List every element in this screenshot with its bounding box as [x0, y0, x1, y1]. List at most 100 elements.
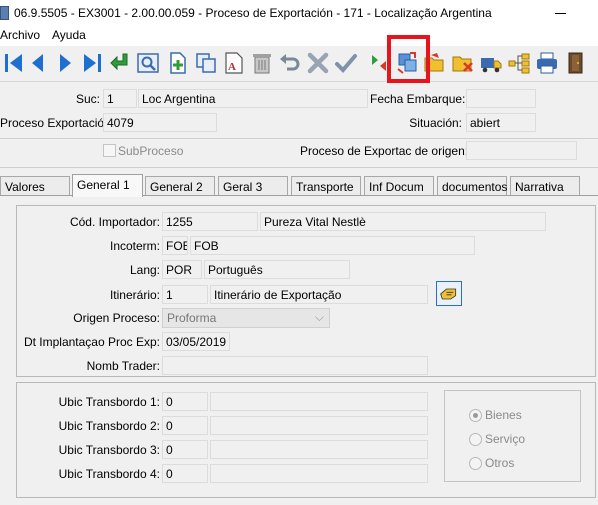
incoterm-code-field[interactable]: FOB: [162, 236, 188, 255]
minimize-button[interactable]: [546, 4, 576, 22]
suc-label: Suc:: [75, 92, 100, 106]
subproceso-checkbox[interactable]: [103, 144, 116, 157]
tab-geral-3[interactable]: Geral 3: [218, 176, 288, 195]
cancel-button[interactable]: [304, 49, 332, 77]
last-record-button[interactable]: [78, 49, 106, 77]
enter-arrow-icon: [110, 53, 128, 71]
dt-implantacao-field[interactable]: 03/05/2019: [162, 332, 230, 351]
copy-button[interactable]: [192, 49, 220, 77]
fecha-embarque-label: Fecha Embarque:: [370, 92, 466, 106]
proceso-label: Proceso Exportación:: [0, 116, 115, 130]
menu-archivo[interactable]: Archivo: [0, 28, 40, 42]
print-button[interactable]: [533, 49, 561, 77]
copy-icon: [196, 53, 216, 73]
chevron-down-icon: ⌵: [314, 310, 324, 324]
incoterm-desc-field[interactable]: FOB: [190, 236, 475, 255]
lookup-hand-icon: [440, 288, 457, 299]
proceso-field[interactable]: 4079: [103, 113, 217, 132]
delete-button[interactable]: [248, 49, 276, 77]
importador-code-field[interactable]: 1255: [162, 212, 258, 231]
previous-icon: [32, 54, 43, 72]
situacion-field[interactable]: abiert: [466, 113, 536, 132]
tab-transporte[interactable]: Transporte: [291, 176, 361, 195]
first-record-icon: [5, 54, 22, 72]
radio-bienes[interactable]: [469, 409, 482, 422]
menu-bar: Archivo Ayuda: [0, 26, 598, 46]
proceso-origen-field[interactable]: [466, 141, 577, 160]
origen-select[interactable]: Proforma ⌵: [162, 308, 330, 328]
transbordo-2-label: Ubic Transbordo 2:: [58, 419, 160, 433]
incoterm-label: Incoterm:: [109, 239, 160, 253]
transbordo-4-label: Ubic Transbordo 4:: [58, 467, 160, 481]
remove-folder-button[interactable]: [449, 49, 477, 77]
last-record-icon: [84, 54, 101, 72]
tab-narrativa[interactable]: Narrativa: [510, 176, 580, 195]
folder-delete-icon: [452, 56, 473, 72]
tab-valores[interactable]: Valores: [0, 176, 70, 195]
lang-desc-field[interactable]: Português: [204, 260, 350, 279]
transbordo-3-code-field[interactable]: 0: [162, 440, 208, 459]
app-icon: [0, 6, 9, 20]
svg-text:A: A: [228, 61, 236, 73]
fecha-embarque-field[interactable]: [466, 89, 536, 108]
add-button[interactable]: [164, 49, 192, 77]
next-record-button[interactable]: [51, 49, 79, 77]
situacion-label: Situación:: [409, 116, 462, 130]
radio-otros-label: Otros: [485, 456, 515, 470]
transbordo-2-desc-field[interactable]: [210, 416, 428, 435]
tab-documentos[interactable]: documentos: [437, 176, 507, 195]
trader-label: Nomb Trader:: [86, 359, 160, 373]
next-icon: [60, 54, 71, 72]
itinerario-lookup-button[interactable]: [436, 281, 462, 306]
itinerario-label: Itinerário:: [109, 288, 160, 302]
itinerario-desc-field[interactable]: Itinerário de Exportação: [210, 285, 428, 304]
transbordo-4-desc-field[interactable]: [210, 464, 428, 483]
importador-label: Cód. Importador:: [69, 215, 160, 229]
lang-label: Lang:: [129, 263, 160, 277]
printer-icon: [537, 52, 557, 74]
tab-general-2[interactable]: General 2: [145, 176, 215, 195]
trash-icon: [253, 54, 271, 74]
radio-servico[interactable]: [469, 433, 482, 446]
transbordo-4-code-field[interactable]: 0: [162, 464, 208, 483]
tab-inf-docum[interactable]: Inf Docum: [364, 176, 434, 195]
window-title: 06.9.5505 - EX3001 - 2.00.00.059 - Proce…: [14, 6, 492, 20]
truck-button[interactable]: [477, 49, 505, 77]
suc-name-field[interactable]: Loc Argentina: [138, 89, 368, 108]
edit-button[interactable]: A: [220, 49, 248, 77]
transbordo-2-code-field[interactable]: 0: [162, 416, 208, 435]
hierarchy-button[interactable]: [505, 49, 533, 77]
title-bar: 06.9.5505 - EX3001 - 2.00.00.059 - Proce…: [0, 0, 598, 26]
importador-name-field[interactable]: Pureza Vital Nestlè: [260, 212, 546, 231]
highlight-box: [387, 35, 430, 83]
lang-code-field[interactable]: POR: [162, 260, 202, 279]
transbordo-3-desc-field[interactable]: [210, 440, 428, 459]
radio-bienes-label: Bienes: [485, 408, 522, 422]
transbordo-3-label: Ubic Transbordo 3:: [58, 443, 160, 457]
transbordo-1-desc-field[interactable]: [210, 392, 428, 411]
header-divider-2: [0, 167, 598, 168]
previous-record-button[interactable]: [24, 49, 52, 77]
search-icon: [137, 53, 159, 73]
radio-otros[interactable]: [469, 457, 482, 470]
trader-field[interactable]: [162, 356, 428, 375]
header-divider: [0, 138, 598, 139]
tab-general-1[interactable]: General 1: [72, 174, 143, 197]
subproceso-label: SubProceso: [118, 144, 184, 158]
suc-code-field[interactable]: 1: [103, 89, 137, 108]
itinerario-code-field[interactable]: 1: [162, 285, 208, 304]
dt-implantacao-label: Dt Implantaçao Proc Exp:: [23, 335, 160, 349]
truck-icon: [481, 58, 502, 73]
exit-button[interactable]: [562, 49, 590, 77]
search-button[interactable]: [134, 49, 162, 77]
hierarchy-icon: [508, 53, 530, 74]
menu-ayuda[interactable]: Ayuda: [52, 28, 86, 42]
go-to-button[interactable]: [106, 49, 134, 77]
origen-label: Origen Proceso:: [73, 311, 160, 325]
proceso-origen-label: Proceso de Exportac de origen:: [300, 144, 469, 158]
transbordo-1-code-field[interactable]: 0: [162, 392, 208, 411]
transbordo-1-label: Ubic Transbordo 1:: [58, 395, 160, 409]
confirm-button[interactable]: [332, 49, 360, 77]
undo-button[interactable]: [276, 49, 304, 77]
cancel-x-icon: [307, 52, 329, 74]
